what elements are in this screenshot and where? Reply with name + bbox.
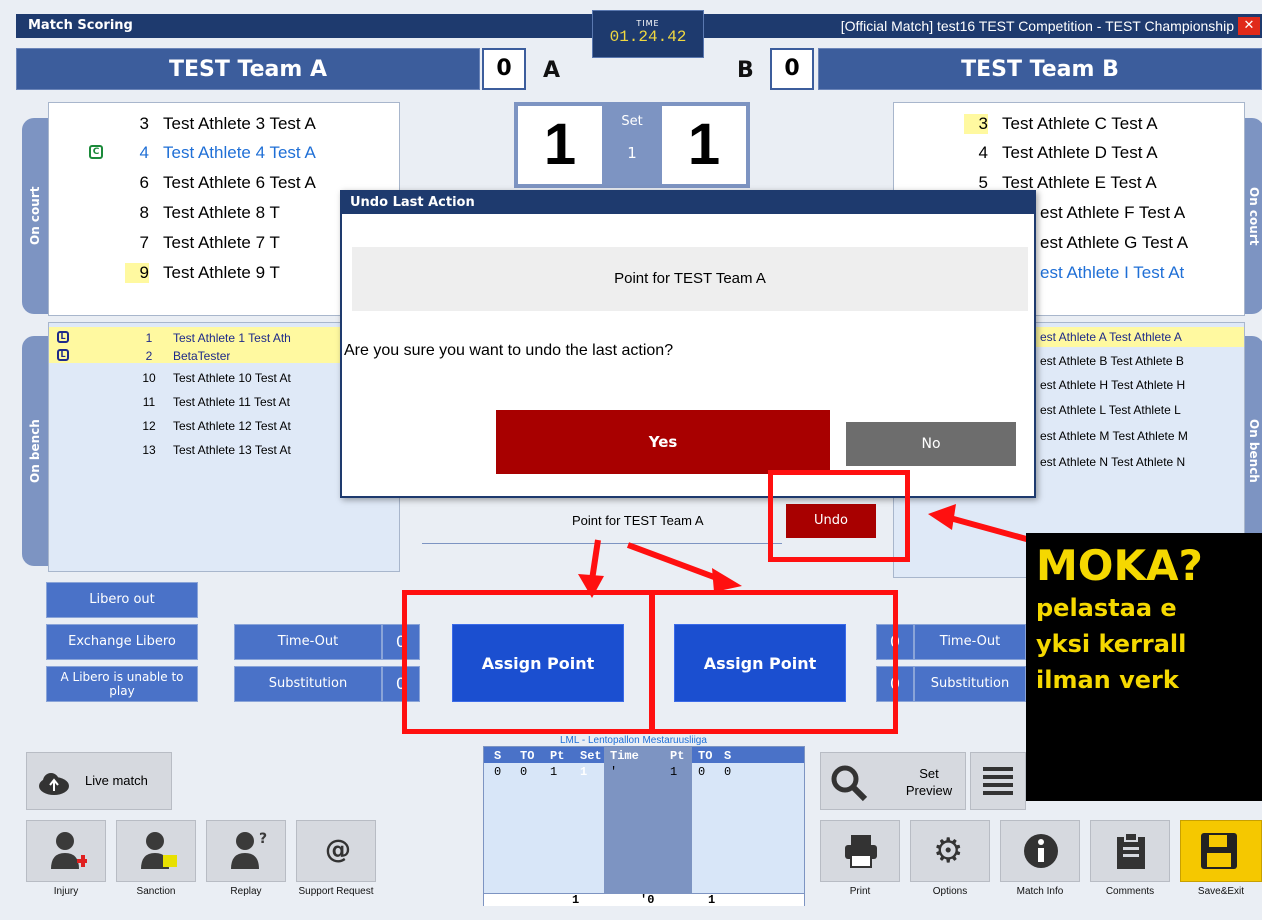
annotation-box: MOKA? pelastaa e yksi kerrall ilman verk [1026, 533, 1262, 801]
annotation-line: ilman verk [1036, 666, 1179, 694]
annotation-title: MOKA? [1036, 541, 1203, 590]
annotation-line: pelastaa e [1036, 594, 1177, 622]
annotation-line: yksi kerrall [1036, 630, 1187, 658]
